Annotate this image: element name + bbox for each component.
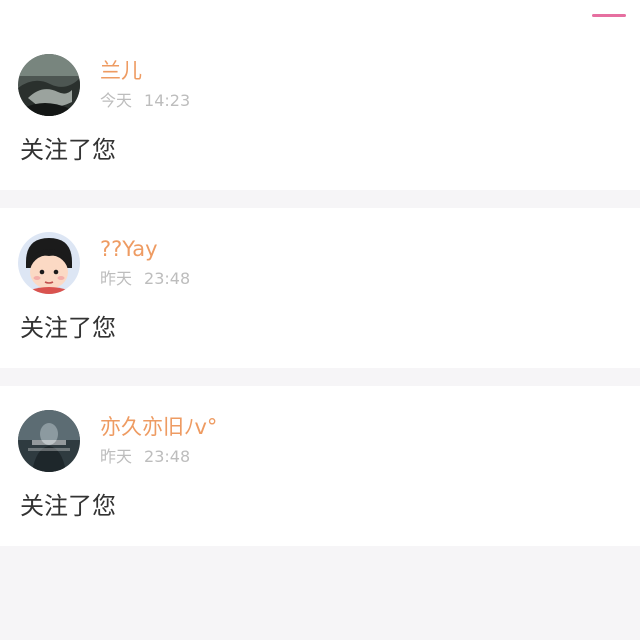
- timestamp-time: 23:48: [144, 269, 191, 288]
- username[interactable]: 兰儿: [100, 58, 142, 84]
- notification-message: 关注了您: [20, 136, 116, 164]
- timestamp-time: 14:23: [144, 91, 191, 110]
- username[interactable]: ??Yay: [100, 236, 158, 262]
- timestamp-day: 今天: [100, 91, 133, 110]
- notification-message: 关注了您: [20, 492, 116, 520]
- timestamp: 今天 14:23: [100, 90, 190, 112]
- user-avatar[interactable]: [18, 54, 80, 116]
- active-tab-indicator: [592, 14, 626, 17]
- user-avatar[interactable]: [18, 410, 80, 472]
- top-bar: [0, 0, 640, 30]
- user-avatar[interactable]: [18, 232, 80, 294]
- timestamp-day: 昨天: [100, 447, 133, 466]
- timestamp-day: 昨天: [100, 269, 133, 288]
- notification-card[interactable]: 兰儿 今天 14:23 关注了您: [0, 30, 640, 190]
- avatar-cartoon-icon: [18, 232, 80, 294]
- notification-card[interactable]: ??Yay 昨天 23:48 关注了您: [0, 208, 640, 368]
- username[interactable]: 亦久亦旧ﾉv°: [100, 414, 217, 440]
- avatar-photo-icon: [18, 54, 80, 116]
- notification-card[interactable]: 亦久亦旧ﾉv° 昨天 23:48 关注了您: [0, 386, 640, 546]
- timestamp: 昨天 23:48: [100, 446, 190, 468]
- timestamp-time: 23:48: [144, 447, 191, 466]
- notification-message: 关注了您: [20, 314, 116, 342]
- avatar-photo-icon: [18, 410, 80, 472]
- notification-feed: 兰儿 今天 14:23 关注了您 ??Yay 昨天 23:48 关注了您 亦久亦…: [0, 30, 640, 546]
- timestamp: 昨天 23:48: [100, 268, 190, 290]
